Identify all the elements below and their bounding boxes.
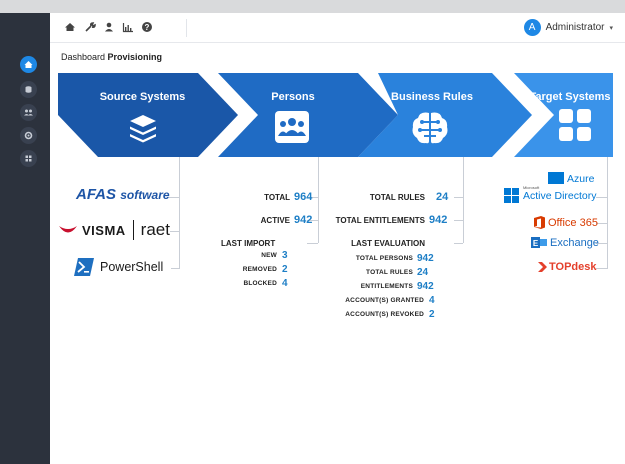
home-icon <box>24 61 33 68</box>
home-icon[interactable] <box>63 20 77 34</box>
logo-divider <box>132 220 134 240</box>
sidebar-targets-button[interactable] <box>20 150 37 167</box>
powershell-logo: PowerShell <box>74 258 163 276</box>
breadcrumb-parent[interactable]: Dashboard <box>61 52 105 62</box>
connector <box>596 197 607 198</box>
persons-blocked-value: 4 <box>282 278 288 289</box>
sidebar-home-button[interactable] <box>20 56 37 73</box>
topdesk-chevron-icon <box>538 262 547 272</box>
connector <box>171 268 180 269</box>
gear-icon <box>24 131 33 140</box>
exchange-text: Exchange <box>550 236 599 249</box>
breadcrumb: Dashboard Provisioning <box>61 52 162 62</box>
username: Administrator <box>545 22 605 33</box>
grid-icon <box>25 155 32 162</box>
stage-label-target-systems: Target Systems <box>529 91 611 103</box>
persons-new-value: 3 <box>282 250 288 261</box>
toolbar-divider <box>186 19 187 37</box>
afas-logo-text: AFAS <box>76 186 117 203</box>
help-icon[interactable]: ? <box>140 20 154 34</box>
afas-logo: AFAS software <box>76 186 170 203</box>
rules-total-value: 24 <box>436 191 449 203</box>
stage-label-source-systems: Source Systems <box>99 91 186 103</box>
eval-rules-value: 24 <box>417 267 429 278</box>
topdesk-text: TOPdesk <box>549 261 597 273</box>
visma-logo-text: VISMA <box>82 222 126 238</box>
rules-total-label: TOTAL RULES <box>369 193 425 202</box>
connector-sources <box>179 157 180 269</box>
avatar: A <box>523 19 541 36</box>
persons-removed-value: 2 <box>282 264 288 275</box>
visma-raet-logo: VISMA raet <box>58 220 170 240</box>
layers-icon <box>130 115 156 143</box>
office-icon <box>534 216 545 229</box>
windows-icon <box>504 188 519 203</box>
persons-total-label: TOTAL <box>264 193 290 202</box>
sidebar-sources-button[interactable] <box>20 81 37 98</box>
sidebar <box>0 13 50 464</box>
connector <box>454 243 463 244</box>
chart-icon[interactable] <box>121 20 135 34</box>
afas-logo-subtext: software <box>120 188 170 202</box>
azure-logo-text: Azure <box>567 173 595 185</box>
group-icon <box>275 111 309 143</box>
grid-icon <box>559 109 591 141</box>
accounts-revoked-value: 2 <box>429 309 435 320</box>
office365-logo: Office 365 <box>534 216 598 229</box>
user-menu[interactable]: A Administrator ▾ <box>523 19 613 36</box>
brain-icon <box>412 112 448 144</box>
wrench-icon[interactable] <box>83 20 97 34</box>
stage-label-persons: Persons <box>271 91 315 103</box>
connector-targets <box>607 157 608 269</box>
eval-rules-label: TOTAL RULES <box>366 269 413 276</box>
connector-rules <box>463 157 464 243</box>
persons-active-value: 942 <box>294 214 313 226</box>
window-top-strip <box>0 0 625 13</box>
connector <box>596 268 607 269</box>
persons-total-value: 964 <box>294 191 313 203</box>
office365-text: Office 365 <box>548 216 598 229</box>
connector-persons <box>318 157 319 243</box>
visma-mark-icon <box>59 226 77 233</box>
svg-text:?: ? <box>145 23 150 32</box>
chevron-down-icon: ▾ <box>609 24 613 32</box>
persons-new-label: NEW <box>261 252 277 259</box>
connector <box>454 220 463 221</box>
rules-entitlements-value: 942 <box>429 214 448 226</box>
connector <box>454 197 463 198</box>
exchange-logo: E Exchange <box>531 236 599 249</box>
connector <box>307 243 318 244</box>
accounts-revoked-label: ACCOUNT(S) REVOKED <box>345 311 424 318</box>
stage-label-business-rules: Business Rules <box>391 91 473 103</box>
accounts-granted-label: ACCOUNT(S) GRANTED <box>345 297 424 304</box>
database-icon <box>25 86 32 93</box>
eval-entitlements-value: 942 <box>417 281 434 292</box>
persons-blocked-label: BLOCKED <box>243 280 277 287</box>
active-directory-text: Active Directory <box>523 190 597 202</box>
svg-text:E: E <box>533 239 539 248</box>
eval-entitlements-label: ENTITLEMENTS <box>360 283 413 290</box>
persons-active-label: ACTIVE <box>260 216 290 225</box>
rules-entitlements-label: TOTAL ENTITLEMENTS <box>335 216 425 225</box>
sidebar-rules-button[interactable] <box>20 127 37 144</box>
azure-ad-logo: Azure Microsoft Active Directory <box>504 172 597 210</box>
user-icon[interactable] <box>102 20 116 34</box>
powershell-logo-text: PowerShell <box>100 260 164 274</box>
azure-flag-icon <box>548 172 564 184</box>
breadcrumb-current: Provisioning <box>107 52 163 62</box>
topdesk-logo: TOPdesk <box>538 261 597 273</box>
sidebar-persons-button[interactable] <box>20 104 37 121</box>
connector <box>170 231 179 232</box>
eval-persons-value: 942 <box>417 253 434 264</box>
powershell-icon <box>74 258 94 276</box>
raet-logo-text: raet <box>140 220 170 239</box>
users-icon <box>24 109 33 116</box>
exchange-icon: E <box>531 237 547 248</box>
last-import-heading: LAST IMPORT <box>221 239 276 248</box>
persons-removed-label: REMOVED <box>242 266 277 273</box>
eval-persons-label: TOTAL PERSONS <box>355 255 413 262</box>
last-evaluation-heading: LAST EVALUATION <box>351 239 425 248</box>
accounts-granted-value: 4 <box>429 295 435 306</box>
top-bar: ? A Administrator ▾ <box>50 13 625 43</box>
